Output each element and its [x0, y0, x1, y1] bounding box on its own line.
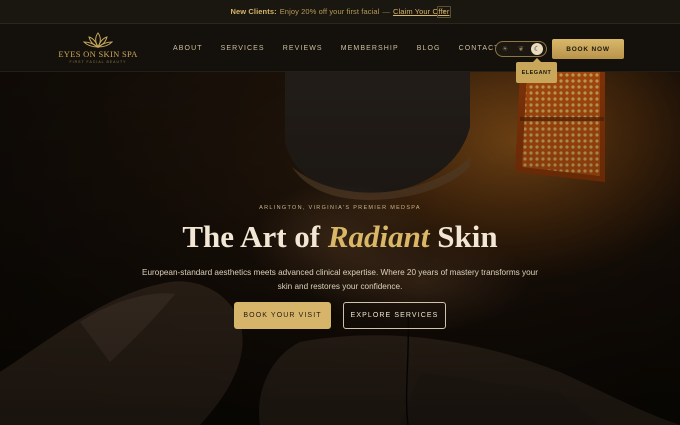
hero-eyebrow: ARLINGTON, VIRGINIA'S PREMIER MEDSPA: [259, 205, 421, 211]
explore-services-button[interactable]: EXPLORE SERVICES: [343, 302, 446, 329]
book-now-button[interactable]: BOOK NOW: [552, 39, 624, 59]
hero-subtext: European-standard aesthetics meets advan…: [142, 268, 538, 291]
brand-tagline: FIRST FACIAL BEAUTY: [69, 60, 127, 64]
logo[interactable]: EYES ON SKIN SPA FIRST FACIAL BEAUTY: [56, 32, 140, 64]
nav-blog[interactable]: BLOG: [417, 45, 441, 52]
nav-services[interactable]: SERVICES: [221, 45, 265, 52]
main-nav: ABOUT SERVICES REVIEWS MEMBERSHIP BLOG C…: [173, 24, 518, 72]
nav-about[interactable]: ABOUT: [173, 45, 203, 52]
leaf-icon[interactable]: ❦: [515, 43, 527, 55]
sun-icon[interactable]: ☀: [499, 43, 511, 55]
close-announcement-button[interactable]: ×: [437, 6, 451, 18]
nav-contact[interactable]: CONTACT: [459, 45, 500, 52]
nav-reviews[interactable]: REVIEWS: [283, 45, 323, 52]
headline-suffix: Skin: [429, 219, 498, 254]
headline-prefix: The Art of: [182, 219, 328, 254]
moon-icon[interactable]: ☾: [531, 43, 543, 55]
brand-name: EYES ON SKIN SPA: [58, 49, 138, 59]
lotus-icon: [83, 32, 113, 48]
book-your-visit-button[interactable]: BOOK YOUR VISIT: [234, 302, 331, 329]
nav-membership[interactable]: MEMBERSHIP: [341, 45, 399, 52]
announcement-text: Enjoy 20% off your first facial: [279, 7, 380, 16]
announcement-separator: —: [382, 7, 390, 16]
announcement-bar: New Clients: Enjoy 20% off your first fa…: [0, 0, 680, 24]
headline-accent: Radiant: [327, 219, 430, 254]
theme-tooltip: ELEGANT: [516, 58, 557, 83]
theme-toggle[interactable]: ☀ ❦ ☾: [495, 41, 547, 57]
site-header: EYES ON SKIN SPA FIRST FACIAL BEAUTY ABO…: [0, 24, 680, 72]
hero-headline: The Art of Radiant Skin: [0, 219, 680, 255]
hero-section: ARLINGTON, VIRGINIA'S PREMIER MEDSPA The…: [0, 72, 680, 425]
announcement-strong: New Clients:: [230, 7, 277, 16]
